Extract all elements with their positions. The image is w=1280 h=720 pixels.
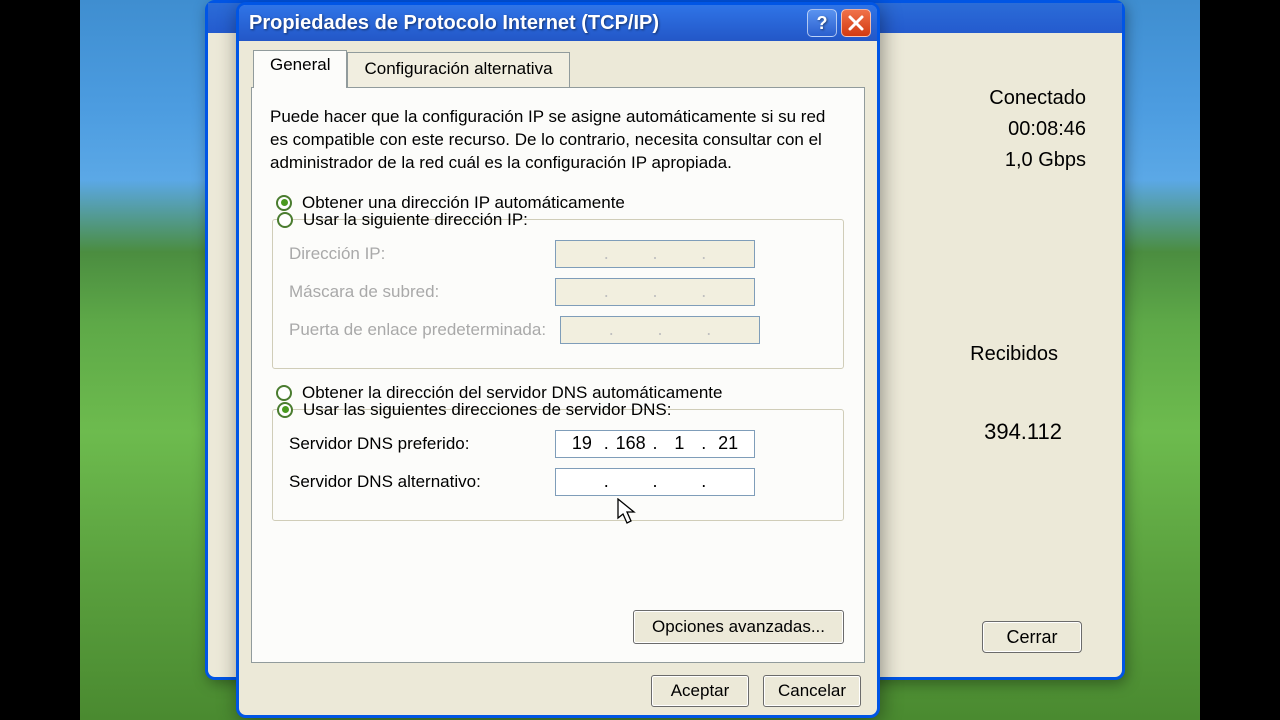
ok-button[interactable]: Aceptar [651, 675, 749, 707]
subnet-mask-label: Máscara de subred: [289, 282, 541, 302]
subnet-mask-input: ... [555, 278, 755, 306]
radio-dns-manual-label: Usar las siguientes direcciones de servi… [303, 400, 672, 420]
dns-preferred-input[interactable]: 19. 168. 1. 21 [555, 430, 755, 458]
help-button[interactable]: ? [807, 9, 837, 37]
radio-ip-auto[interactable] [276, 195, 292, 211]
radio-ip-manual-label: Usar la siguiente dirección IP: [303, 210, 528, 230]
dialog-title: Propiedades de Protocolo Internet (TCP/I… [249, 12, 659, 35]
status-value: Conectado [916, 87, 1086, 110]
gateway-input: ... [560, 316, 760, 344]
tab-alt-config[interactable]: Configuración alternativa [347, 52, 569, 87]
description-text: Puede hacer que la configuración IP se a… [270, 106, 846, 175]
ip-address-input: ... [555, 240, 755, 268]
dns-preferred-label: Servidor DNS preferido: [289, 434, 541, 454]
received-value: 394.112 [984, 419, 1062, 445]
radio-ip-manual[interactable] [277, 212, 293, 228]
dns-alt-input[interactable]: . . . [555, 468, 755, 496]
gateway-label: Puerta de enlace predeterminada: [289, 320, 546, 340]
duration-value: 00:08:46 [916, 118, 1086, 141]
radio-dns-manual[interactable] [277, 402, 293, 418]
radio-dns-auto[interactable] [276, 385, 292, 401]
dns-alt-label: Servidor DNS alternativo: [289, 472, 541, 492]
tab-general[interactable]: General [253, 50, 347, 88]
advanced-button[interactable]: Opciones avanzadas... [633, 610, 844, 644]
cancel-button[interactable]: Cancelar [763, 675, 861, 707]
close-icon[interactable] [841, 9, 871, 37]
close-button[interactable]: Cerrar [982, 621, 1082, 653]
tcpip-properties-dialog: Propiedades de Protocolo Internet (TCP/I… [236, 2, 880, 718]
received-label: Recibidos [970, 343, 1058, 366]
ip-address-label: Dirección IP: [289, 244, 541, 264]
speed-value: 1,0 Gbps [916, 149, 1086, 172]
